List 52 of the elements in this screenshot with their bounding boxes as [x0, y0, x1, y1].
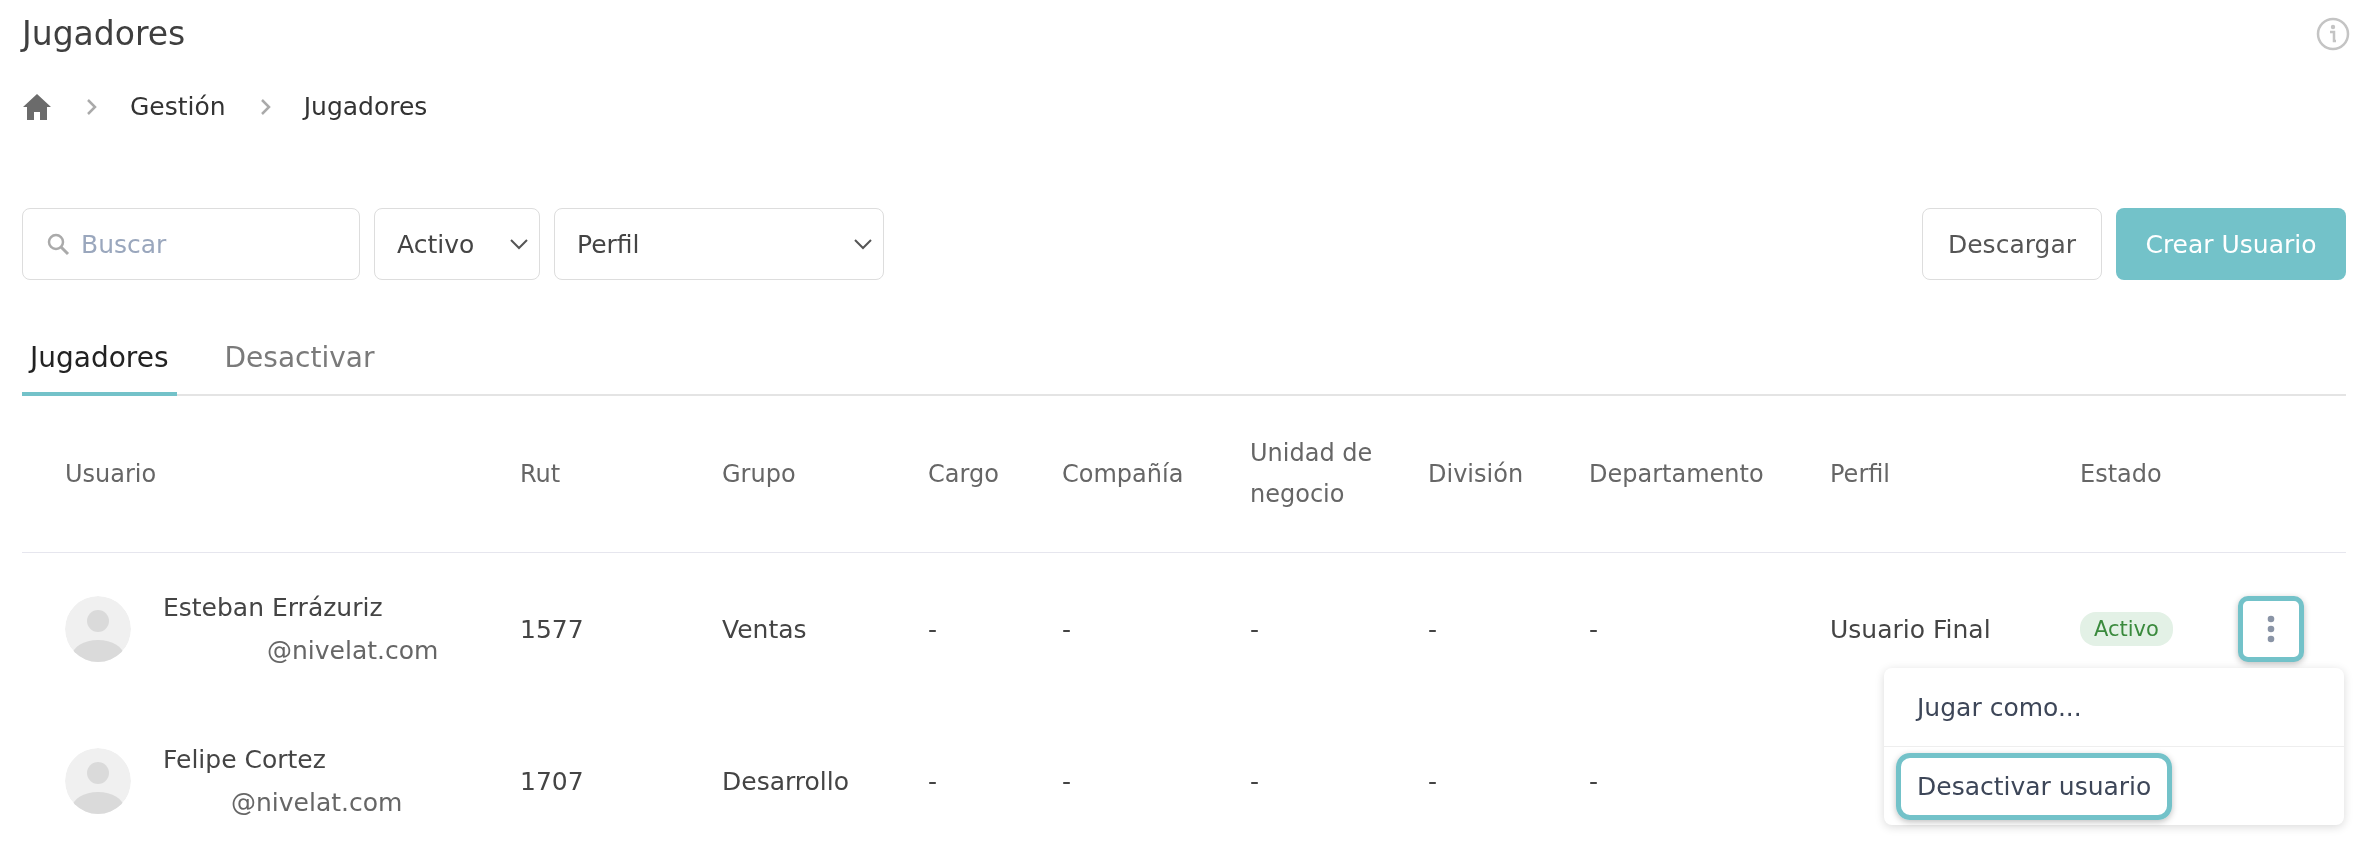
column-header: División — [1428, 459, 1524, 488]
menu-item[interactable]: Jugar como... — [1896, 673, 2103, 741]
download-button[interactable]: Descargar — [1922, 208, 2102, 280]
search-field[interactable]: Buscar — [22, 208, 360, 280]
table-cell: - — [1428, 766, 1438, 796]
chevron-icon — [86, 97, 98, 116]
profile-dropdown[interactable]: Perfil — [554, 208, 884, 280]
table-cell: - — [1250, 614, 1260, 644]
info-icon[interactable] — [2316, 16, 2350, 51]
page-title: Jugadores — [22, 14, 186, 53]
table-cell: 1707 — [520, 766, 584, 796]
table-cell: - — [1428, 614, 1438, 644]
breadcrumb-link[interactable]: Jugadores — [303, 92, 428, 121]
home-icon[interactable] — [22, 92, 52, 121]
status-dropdown[interactable]: Activo — [374, 208, 540, 280]
table-cell: Ventas — [722, 614, 807, 644]
user-name: Felipe Cortez — [163, 745, 327, 774]
avatar-icon — [65, 748, 131, 814]
column-header: Departamento — [1589, 459, 1764, 488]
user-name: Esteban Errázuriz — [163, 593, 384, 622]
more-vertical-icon — [2267, 615, 2275, 643]
chevron-down-icon — [853, 238, 873, 250]
column-header: Compañía — [1062, 459, 1184, 488]
column-header: Estado — [2080, 459, 2162, 488]
column-header: Rut — [520, 459, 561, 488]
menu-item[interactable]: Desactivar usuario — [1896, 752, 2173, 820]
table-cell: Desarrollo — [722, 766, 850, 796]
breadcrumb-link[interactable]: Gestión — [130, 92, 226, 121]
table-cell: - — [928, 766, 938, 796]
avatar-icon — [65, 596, 131, 662]
table-cell: - — [928, 614, 938, 644]
search-icon — [46, 232, 70, 256]
table-cell: - — [1062, 614, 1072, 644]
chevron-icon — [259, 97, 272, 116]
column-header: Usuario — [65, 459, 157, 488]
more-options-button[interactable] — [2238, 596, 2304, 662]
table-cell: - — [1589, 766, 1599, 796]
column-header: Unidad de negocio — [1250, 439, 1373, 508]
table-cell: - — [1062, 766, 1072, 796]
status-badge: Activo — [2080, 612, 2173, 646]
column-header: Grupo — [722, 459, 796, 488]
table-cell: - — [1250, 766, 1260, 796]
tab[interactable]: Jugadores — [22, 327, 177, 396]
table-cell: - — [1589, 614, 1599, 644]
table-cell: Usuario Final — [1830, 614, 1991, 644]
tab[interactable]: Desactivar — [216, 327, 383, 396]
table-cell: 1577 — [520, 614, 584, 644]
chevron-down-icon — [509, 238, 529, 250]
user-email: @nivelat.com — [267, 636, 439, 665]
column-header: Cargo — [928, 459, 999, 488]
user-email: @nivelat.com — [231, 788, 403, 817]
column-header: Perfil — [1830, 459, 1891, 488]
